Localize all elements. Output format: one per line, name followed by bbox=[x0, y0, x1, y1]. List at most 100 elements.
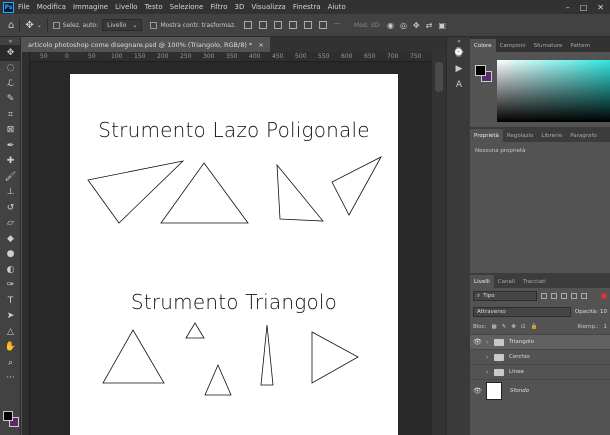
move-tool-icon[interactable]: ✥ bbox=[25, 20, 33, 31]
frame-tool-icon[interactable]: ⊠ bbox=[0, 123, 21, 139]
layer-row-triangolo[interactable]: 👁 › Triangolo bbox=[470, 334, 610, 349]
align-right-icon[interactable] bbox=[319, 21, 328, 29]
filter-toggle-icon[interactable] bbox=[601, 293, 607, 299]
align-top-icon[interactable] bbox=[244, 21, 253, 29]
menu-livello[interactable]: Livello bbox=[115, 3, 137, 11]
foreground-color-swatch[interactable] bbox=[475, 65, 486, 76]
chevron-right-icon[interactable]: › bbox=[486, 339, 494, 346]
shape-tool-icon[interactable]: △ bbox=[0, 324, 21, 340]
menu-3d[interactable]: 3D bbox=[234, 3, 244, 11]
lock-transparent-icon[interactable]: ▦ bbox=[492, 324, 497, 330]
dock-collapse-icon[interactable]: « bbox=[447, 37, 471, 45]
lock-artboard-icon[interactable]: ⊡ bbox=[521, 324, 526, 330]
close-button[interactable]: ✕ bbox=[597, 3, 604, 12]
chevron-right-icon[interactable]: › bbox=[486, 354, 494, 361]
tab-adjustments[interactable]: Regolazio bbox=[503, 129, 538, 142]
history-panel-icon[interactable]: ⌚ bbox=[447, 45, 471, 61]
tab-channels[interactable]: Canali bbox=[494, 275, 519, 288]
eyedropper-icon[interactable]: ✒ bbox=[0, 138, 21, 154]
photoshop-logo[interactable]: Ps bbox=[3, 1, 14, 13]
slide-icon[interactable]: ⇄ bbox=[426, 21, 433, 30]
more-tools-icon[interactable]: ··· bbox=[0, 371, 21, 387]
camera-icon[interactable]: ▣ bbox=[438, 21, 446, 30]
scrollbar-thumb[interactable] bbox=[435, 62, 443, 92]
lock-pixels-icon[interactable]: ✎ bbox=[502, 324, 507, 330]
blur-tool-icon[interactable]: ● bbox=[0, 247, 21, 263]
panel-collapse-icon[interactable]: » bbox=[0, 37, 21, 45]
tab-paths[interactable]: Tracciati bbox=[519, 275, 550, 288]
menu-filtro[interactable]: Filtro bbox=[210, 3, 227, 11]
zoom-tool-icon[interactable]: ⌕ bbox=[0, 355, 21, 371]
tab-layers[interactable]: Livelli bbox=[470, 275, 494, 288]
align-left-icon[interactable] bbox=[289, 21, 298, 29]
dodge-tool-icon[interactable]: ◐ bbox=[0, 262, 21, 278]
foreground-color-swatch[interactable] bbox=[3, 411, 13, 421]
pan-icon[interactable]: ✥ bbox=[413, 21, 420, 30]
eye-icon[interactable]: 👁 bbox=[473, 338, 483, 346]
menu-immagine[interactable]: Immagine bbox=[73, 3, 108, 11]
tab-paragraph[interactable]: Paragrafo bbox=[566, 129, 601, 142]
auto-select-dropdown[interactable]: Livello ⌄ bbox=[102, 19, 143, 31]
menu-file[interactable]: File bbox=[18, 3, 30, 11]
document-canvas[interactable]: Strumento Lazo Poligonale Strumento Tria… bbox=[70, 74, 398, 435]
fill-value[interactable]: 1 bbox=[604, 324, 608, 330]
eraser-icon[interactable]: ▱ bbox=[0, 216, 21, 232]
pen-tool-icon[interactable]: ✑ bbox=[0, 278, 21, 294]
tab-gradients[interactable]: Sfumature bbox=[530, 39, 567, 52]
close-tab-icon[interactable]: × bbox=[258, 41, 263, 49]
vertical-scrollbar[interactable] bbox=[432, 52, 446, 435]
minimize-button[interactable]: – bbox=[566, 3, 570, 12]
tab-libraries[interactable]: Librerie bbox=[537, 129, 566, 142]
actions-panel-icon[interactable]: ▶ bbox=[447, 61, 471, 77]
tab-properties[interactable]: Proprietà bbox=[470, 129, 503, 142]
path-selection-icon[interactable]: ➤ bbox=[0, 309, 21, 325]
lock-all-icon[interactable]: 🔒 bbox=[531, 324, 538, 330]
roll-icon[interactable]: ◎ bbox=[400, 21, 407, 30]
home-icon[interactable]: ⌂ bbox=[8, 20, 14, 31]
maximize-button[interactable]: □ bbox=[580, 3, 588, 12]
chevron-right-icon[interactable]: › bbox=[486, 369, 494, 376]
eye-icon[interactable]: 👁 bbox=[473, 387, 483, 395]
show-transform-checkbox[interactable] bbox=[150, 21, 158, 29]
marquee-tool-icon[interactable]: ◌ bbox=[0, 61, 21, 77]
quick-selection-icon[interactable]: ✎ bbox=[0, 92, 21, 108]
smart-object-filter-icon[interactable] bbox=[581, 293, 587, 299]
tab-color[interactable]: Colore bbox=[470, 39, 496, 52]
layer-row-cerchio[interactable]: › Cerchio bbox=[470, 349, 610, 364]
lasso-tool-icon[interactable]: ℒ bbox=[0, 76, 21, 92]
clone-stamp-icon[interactable]: ⊥ bbox=[0, 185, 21, 201]
type-filter-icon[interactable] bbox=[561, 293, 567, 299]
document-tab[interactable]: articolo photoshop come disegnare.psd @ … bbox=[22, 37, 270, 52]
layer-filter-dropdown[interactable]: ⌕ Tipo bbox=[473, 291, 537, 301]
layer-row-linee[interactable]: › Linee bbox=[470, 364, 610, 379]
opacity-value[interactable]: 10 bbox=[600, 309, 607, 315]
blend-mode-dropdown[interactable]: Attraverso bbox=[473, 307, 571, 317]
adjustment-filter-icon[interactable] bbox=[551, 293, 557, 299]
pixel-filter-icon[interactable] bbox=[541, 293, 547, 299]
color-swatches[interactable] bbox=[3, 411, 19, 427]
history-brush-icon[interactable]: ↺ bbox=[0, 200, 21, 216]
crop-tool-icon[interactable]: ⌗ bbox=[0, 107, 21, 123]
color-picker-field[interactable] bbox=[497, 60, 610, 122]
hand-tool-icon[interactable]: ✋ bbox=[0, 340, 21, 356]
tab-swatches[interactable]: Campioni bbox=[496, 39, 530, 52]
align-middle-icon[interactable] bbox=[259, 21, 268, 29]
move-tool-icon[interactable]: ✥ bbox=[0, 45, 21, 61]
menu-selezione[interactable]: Selezione bbox=[170, 3, 204, 11]
brush-tool-icon[interactable]: 🖌 bbox=[0, 169, 21, 185]
menu-finestra[interactable]: Finestra bbox=[293, 3, 321, 11]
character-panel-icon[interactable]: A bbox=[447, 77, 471, 93]
chevron-down-icon[interactable]: ⌄ bbox=[37, 22, 42, 29]
align-center-icon[interactable] bbox=[304, 21, 313, 29]
auto-select-checkbox[interactable] bbox=[52, 21, 60, 29]
lock-position-icon[interactable]: ✥ bbox=[511, 324, 516, 330]
paint-bucket-icon[interactable]: ◆ bbox=[0, 231, 21, 247]
shape-filter-icon[interactable] bbox=[571, 293, 577, 299]
orbit-icon[interactable]: ◉ bbox=[387, 21, 394, 30]
layer-row-sfondo[interactable]: 👁 Sfondo bbox=[470, 379, 610, 401]
menu-testo[interactable]: Testo bbox=[145, 3, 163, 11]
more-options-icon[interactable]: ··· bbox=[334, 21, 342, 29]
healing-brush-icon[interactable]: ✚ bbox=[0, 154, 21, 170]
type-tool-icon[interactable]: T bbox=[0, 293, 21, 309]
menu-modifica[interactable]: Modifica bbox=[37, 3, 66, 11]
